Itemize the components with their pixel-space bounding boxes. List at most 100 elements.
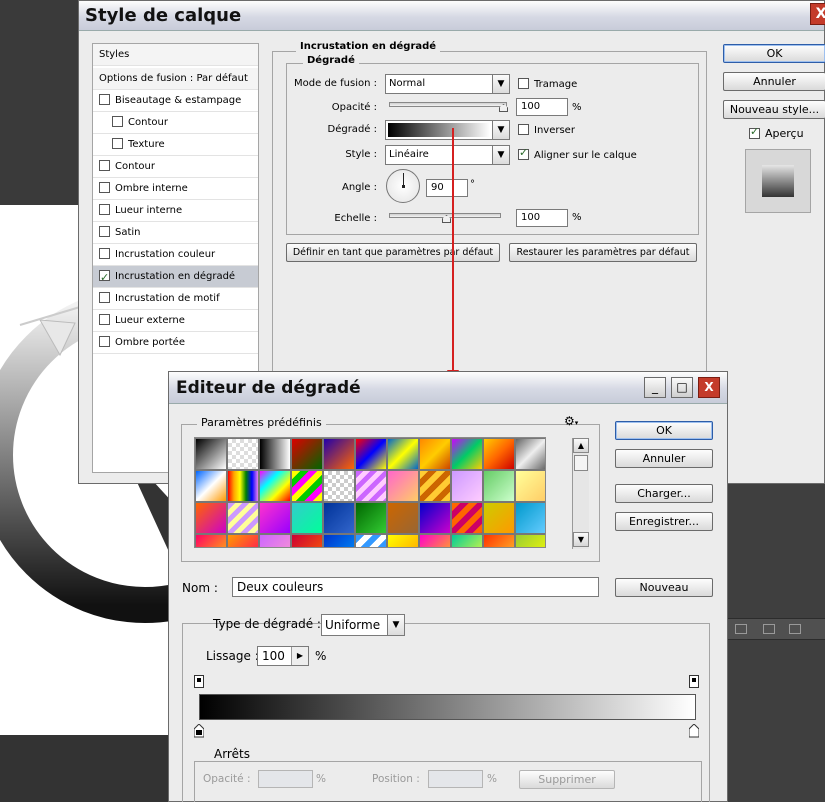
styles-item-checkbox[interactable] bbox=[112, 116, 123, 127]
styles-item[interactable]: Texture bbox=[93, 134, 258, 156]
reset-default-button[interactable]: Restaurer les paramètres par défaut bbox=[509, 243, 697, 262]
preset-swatch[interactable] bbox=[387, 534, 419, 547]
preset-swatch[interactable] bbox=[451, 470, 483, 502]
preset-swatch[interactable] bbox=[323, 534, 355, 547]
preset-swatch[interactable] bbox=[515, 438, 545, 470]
ok-button[interactable]: OK bbox=[723, 44, 825, 63]
angle-dial[interactable] bbox=[386, 169, 420, 203]
preset-swatch[interactable] bbox=[227, 470, 259, 502]
preset-swatch[interactable] bbox=[259, 502, 291, 534]
styles-item[interactable]: Incrustation de motif bbox=[93, 288, 258, 310]
name-input[interactable]: Deux couleurs bbox=[232, 577, 599, 597]
preset-swatch[interactable] bbox=[195, 438, 227, 470]
preset-swatch[interactable] bbox=[419, 470, 451, 502]
stop-position-input[interactable] bbox=[428, 770, 483, 788]
blend-options-item[interactable]: Options de fusion : Par défaut bbox=[93, 68, 258, 90]
chevron-right-icon[interactable]: ▶ bbox=[291, 647, 308, 665]
preset-swatch[interactable] bbox=[483, 438, 515, 470]
opacity-stop-right[interactable] bbox=[689, 675, 699, 688]
preset-swatch[interactable] bbox=[515, 534, 545, 547]
dither-checkbox[interactable]: Tramage bbox=[518, 78, 577, 90]
delete-stop-button[interactable]: Supprimer bbox=[519, 770, 615, 789]
cancel-button[interactable]: Annuler bbox=[723, 72, 825, 91]
styles-item-checkbox[interactable] bbox=[99, 248, 110, 259]
preset-swatch[interactable] bbox=[291, 534, 323, 547]
preset-swatch[interactable] bbox=[195, 502, 227, 534]
preset-swatch[interactable] bbox=[515, 502, 545, 534]
gradient-bar[interactable] bbox=[199, 694, 696, 720]
preset-swatch[interactable] bbox=[451, 502, 483, 534]
preset-swatch[interactable] bbox=[195, 534, 227, 547]
preset-swatch[interactable] bbox=[291, 470, 323, 502]
gradient-editor-titlebar[interactable]: Editeur de dégradé _ □ X bbox=[169, 372, 727, 404]
smoothness-input[interactable]: 100 ▶ bbox=[257, 646, 309, 666]
angle-input[interactable]: 90 bbox=[426, 179, 468, 197]
preset-swatch[interactable] bbox=[259, 470, 291, 502]
style-select[interactable]: Linéaire ▼ bbox=[385, 145, 510, 165]
styles-item[interactable]: Ombre interne bbox=[93, 178, 258, 200]
preview-checkbox[interactable]: Aperçu bbox=[749, 125, 804, 140]
styles-item[interactable]: Lueur interne bbox=[93, 200, 258, 222]
layer-style-close-button[interactable]: X bbox=[810, 3, 825, 25]
opacity-slider-track[interactable] bbox=[389, 102, 507, 107]
gradient-picker[interactable]: ▼ bbox=[385, 120, 510, 140]
styles-item[interactable]: Ombre portée bbox=[93, 332, 258, 354]
new-layer-icon[interactable] bbox=[763, 624, 775, 634]
gradient-editor-close-button[interactable]: X bbox=[698, 377, 720, 398]
preset-swatch[interactable] bbox=[387, 470, 419, 502]
styles-item[interactable]: Incrustation en dégradé bbox=[93, 266, 258, 289]
preset-swatch[interactable] bbox=[451, 438, 483, 470]
preset-swatch[interactable] bbox=[451, 534, 483, 547]
maximize-button[interactable]: □ bbox=[671, 377, 693, 398]
gradient-type-select[interactable]: Uniforme ▼ bbox=[321, 614, 405, 636]
editor-cancel-button[interactable]: Annuler bbox=[615, 449, 713, 468]
styles-item-checkbox[interactable] bbox=[99, 336, 110, 347]
editor-ok-button[interactable]: OK bbox=[615, 421, 713, 440]
styles-item[interactable]: Lueur externe bbox=[93, 310, 258, 332]
styles-item-checkbox[interactable] bbox=[99, 182, 110, 193]
opacity-input[interactable]: 100 bbox=[516, 98, 568, 116]
preset-swatch[interactable] bbox=[323, 502, 355, 534]
styles-item-checkbox[interactable] bbox=[99, 226, 110, 237]
styles-item-checkbox[interactable] bbox=[99, 160, 110, 171]
preset-swatch[interactable] bbox=[355, 534, 387, 547]
styles-item[interactable]: Biseautage & estampage bbox=[93, 90, 258, 112]
opacity-stop-left[interactable] bbox=[194, 675, 204, 688]
preset-swatch[interactable] bbox=[387, 438, 419, 470]
preset-swatch[interactable] bbox=[323, 438, 355, 470]
styles-item-checkbox[interactable] bbox=[112, 138, 123, 149]
layer-style-titlebar[interactable]: Style de calque X bbox=[79, 1, 825, 31]
trash-icon[interactable] bbox=[789, 624, 801, 634]
preset-swatch[interactable] bbox=[483, 470, 515, 502]
presets-scrollbar[interactable]: ▲ ▼ bbox=[572, 438, 589, 549]
save-button[interactable]: Enregistrer... bbox=[615, 512, 713, 531]
reverse-checkbox[interactable]: Inverser bbox=[518, 124, 575, 136]
preset-swatch[interactable] bbox=[227, 534, 259, 547]
preset-swatch[interactable] bbox=[227, 502, 259, 534]
preset-swatch[interactable] bbox=[419, 502, 451, 534]
preset-swatch[interactable] bbox=[419, 534, 451, 547]
color-stop-left[interactable] bbox=[193, 723, 205, 738]
preset-swatch[interactable] bbox=[483, 502, 515, 534]
color-stop-right[interactable] bbox=[688, 723, 700, 738]
styles-item-checkbox[interactable] bbox=[99, 267, 110, 289]
styles-item-checkbox[interactable] bbox=[99, 314, 110, 325]
blend-mode-select[interactable]: Normal ▼ bbox=[385, 74, 510, 94]
preset-swatch[interactable] bbox=[259, 534, 291, 547]
preset-swatch[interactable] bbox=[355, 470, 387, 502]
styles-item[interactable]: Contour bbox=[93, 156, 258, 178]
minimize-button[interactable]: _ bbox=[644, 377, 666, 398]
styles-item-checkbox[interactable] bbox=[99, 94, 110, 105]
set-default-button[interactable]: Définir en tant que paramètres par défau… bbox=[286, 243, 500, 262]
preset-swatch[interactable] bbox=[483, 534, 515, 547]
preset-swatch[interactable] bbox=[387, 502, 419, 534]
scroll-up-icon[interactable]: ▲ bbox=[573, 438, 589, 453]
preset-swatch[interactable] bbox=[355, 438, 387, 470]
preset-swatch[interactable] bbox=[227, 438, 259, 470]
scale-input[interactable]: 100 bbox=[516, 209, 568, 227]
load-button[interactable]: Charger... bbox=[615, 484, 713, 503]
preset-swatch[interactable] bbox=[195, 470, 227, 502]
preset-swatch[interactable] bbox=[291, 502, 323, 534]
stop-opacity-input[interactable] bbox=[258, 770, 313, 788]
styles-item[interactable]: Satin bbox=[93, 222, 258, 244]
